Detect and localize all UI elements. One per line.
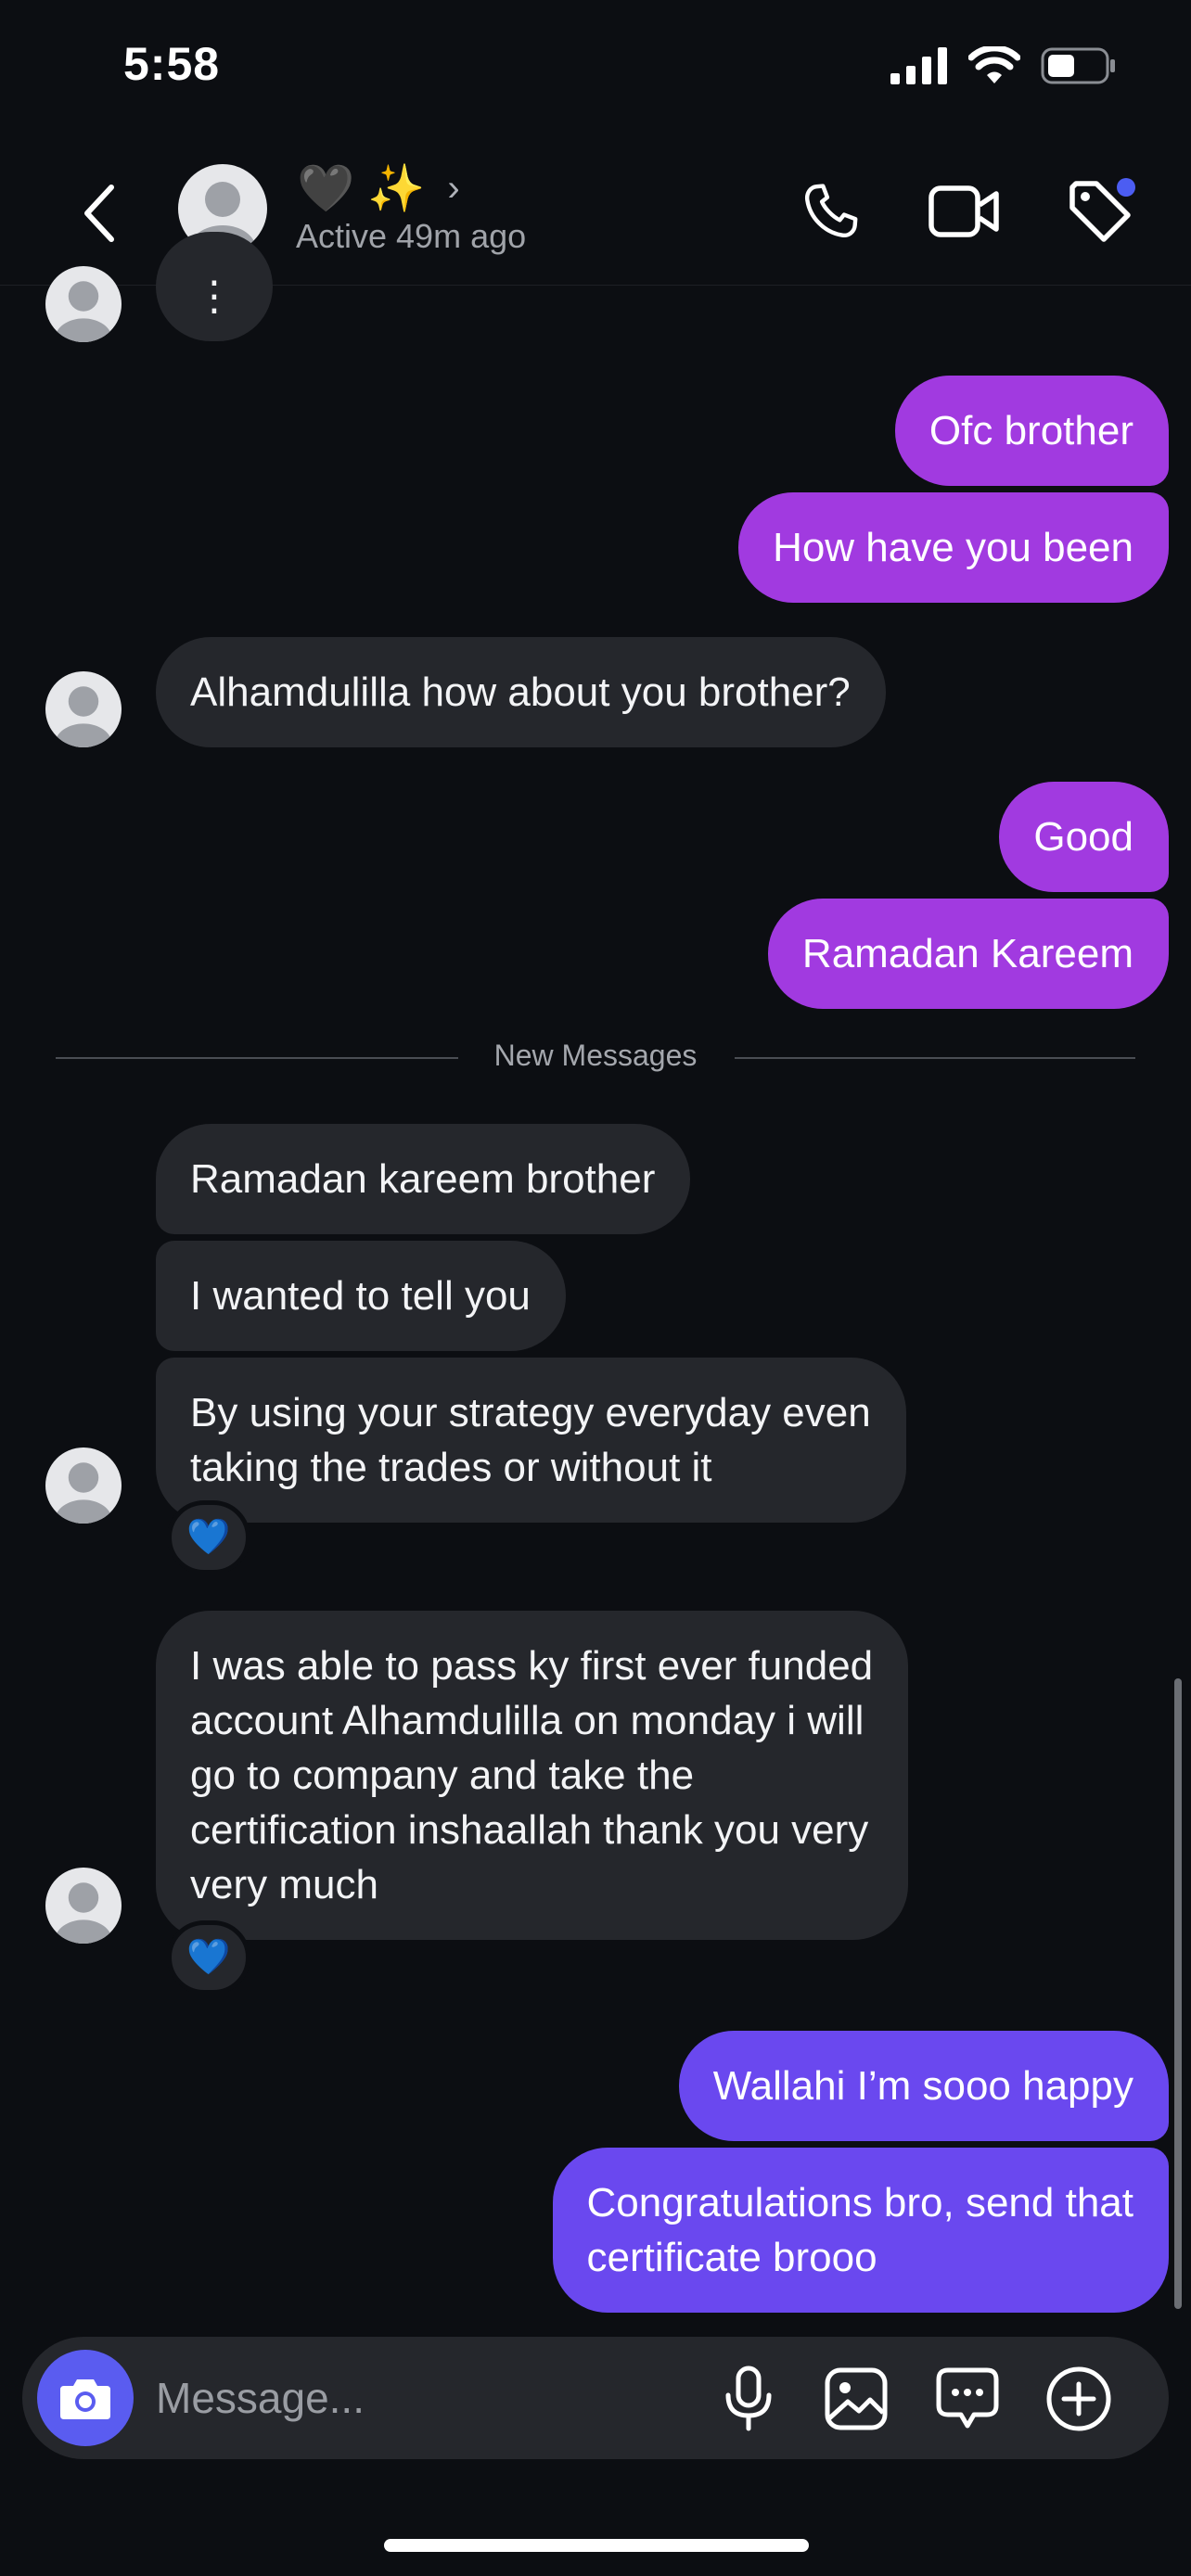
message-bubble[interactable]: Wallahi I’m sooo happy [678,2031,1169,2141]
wifi-icon [968,46,1020,83]
sender-avatar [45,1447,122,1524]
message-bubble[interactable]: Congratulations bro, send that certifica… [552,2148,1169,2313]
message-input[interactable] [156,2363,712,2433]
default-avatar-icon [55,1882,112,1944]
default-avatar-icon [55,1462,112,1524]
default-avatar-icon [55,686,112,747]
divider-line-right [735,1057,1135,1059]
sticker-button[interactable] [929,2361,1005,2437]
signal-icon [890,47,947,84]
more-options-button[interactable] [1041,2361,1117,2437]
chevron-left-icon [84,185,114,242]
contact-name: 🖤 ✨ [297,162,426,214]
sender-avatar [45,266,122,342]
battery-icon [1041,47,1115,84]
video-call-button[interactable] [928,174,1002,249]
message-bubble[interactable]: I wanted to tell you [156,1241,566,1351]
active-status: Active 49m ago [296,217,527,255]
default-avatar-icon [55,281,112,342]
new-messages-divider: New Messages [493,1039,698,1072]
home-indicator[interactable] [384,2539,809,2552]
voice-message-button[interactable] [711,2361,787,2437]
status-time: 5:58 [123,38,221,90]
heart-reaction[interactable]: 💙 [167,1920,250,1995]
gallery-icon [825,2367,888,2430]
back-button[interactable] [74,176,126,250]
message-bubble[interactable]: Ofc brother [894,376,1169,486]
chat-screen: 5:58 🖤 ✨ › Active 49m ago ⋮ Ofc brother … [0,0,1191,2576]
gallery-button[interactable] [818,2361,894,2437]
phone-icon [804,184,858,237]
plus-icon [1046,2366,1111,2431]
message-bubble[interactable]: Ramadan Kareem [767,899,1169,1009]
camera-icon [60,2379,110,2419]
message-bubble[interactable]: Ramadan kareem brother [156,1124,691,1234]
notification-dot [1117,178,1135,197]
message-bubble[interactable]: Good [999,782,1169,892]
sender-avatar [45,671,122,747]
sender-avatar [45,1868,122,1944]
tag-button[interactable] [1063,174,1137,249]
message-bubble[interactable]: Alhamdulilla how about you brother? [156,637,886,747]
scrollbar[interactable] [1174,1678,1182,2309]
chevron-right-icon: › [447,168,460,209]
message-bubble[interactable]: ⋮ [156,232,273,341]
sticker-icon [936,2367,999,2429]
message-composer [22,2337,1169,2459]
contact-name-row[interactable]: 🖤 ✨ › [297,161,460,216]
camera-button[interactable] [37,2350,134,2446]
video-camera-icon [928,185,999,237]
message-bubble[interactable]: I was able to pass ky first ever funded … [156,1611,909,1940]
voice-call-button[interactable] [794,174,868,249]
status-icons [890,46,1117,85]
message-bubble[interactable]: How have you been [738,492,1169,603]
message-bubble[interactable]: By using your strategy everyday even tak… [156,1358,906,1523]
microphone-icon [725,2366,772,2431]
heart-reaction[interactable]: 💙 [167,1500,250,1575]
